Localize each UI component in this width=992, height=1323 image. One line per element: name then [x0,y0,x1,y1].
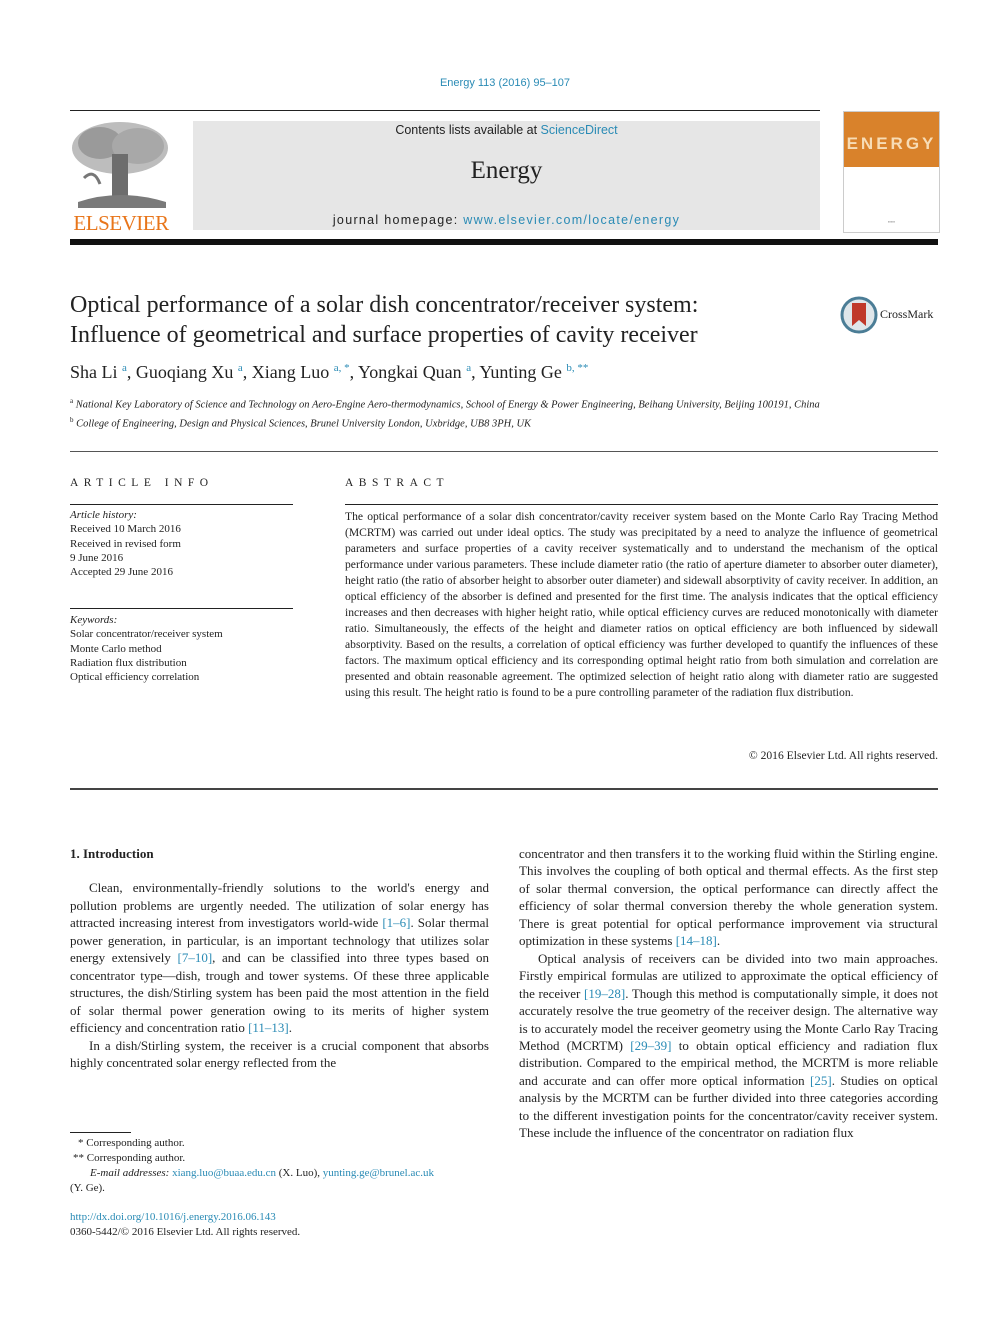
paragraph: Clean, environmentally-friendly solution… [70,880,490,1036]
article-title: Optical performance of a solar dish conc… [70,292,699,348]
cover-title: ENERGY [846,134,937,153]
divider [70,451,938,452]
doi-link[interactable]: http://dx.doi.org/10.1016/j.energy.2016.… [70,1211,276,1223]
cover-banner: ENERGY [844,112,939,167]
homepage-link[interactable]: www.elsevier.com/locate/energy [463,213,680,227]
keyword: Optical efficiency correlation [70,671,200,684]
paragraph: concentrator and then transfers it to th… [519,846,938,949]
section-heading: 1. Introduction [70,846,154,861]
elsevier-logo[interactable]: ELSEVIER [70,118,172,235]
contents-line: Contents lists available at ScienceDirec… [395,123,618,137]
divider [70,788,938,790]
homepage-line: journal homepage: www.elsevier.com/locat… [332,213,681,227]
footnote-corresponding-1: * Corresponding author. [78,1137,185,1149]
paragraph: Optical analysis of receivers can be div… [519,950,938,1141]
citation-ref-link[interactable]: [7–10] [178,950,213,965]
author[interactable]: Guoqiang Xu a [136,362,243,382]
citation-ref-link[interactable]: [29–39] [630,1038,671,1053]
keyword: Radiation flux distribution [70,656,187,669]
citation-ref-link[interactable]: [11–13] [248,1020,289,1035]
issn-copyright: 0360-5442/© 2016 Elsevier Ltd. All right… [70,1226,301,1238]
footnote-rule [70,1132,131,1133]
footnotes: * Corresponding author. ** Corresponding… [70,1136,489,1196]
abstract-text: The optical performance of a solar dish … [345,510,938,699]
author-list: Sha Li a, Guoqiang Xu a, Xiang Luo a, *,… [70,362,589,382]
divider [345,504,938,505]
cover-footer: ▪▪▪▪▪ [887,219,896,224]
journal-masthead: Contents lists available at ScienceDirec… [193,121,820,230]
body-column-right: concentrator and then transfers it to th… [519,845,938,1142]
citation-ref-link[interactable]: [14–18] [676,933,717,948]
sciencedirect-link[interactable]: ScienceDirect [541,123,618,137]
journal-cover-thumbnail[interactable]: ENERGY ▪▪▪▪▪ [843,111,940,233]
journal-citation[interactable]: Energy 113 (2016) 95–107 [0,77,992,89]
article-info-heading: ARTICLE INFO [70,477,214,489]
author[interactable]: Sha Li a [70,362,127,382]
author[interactable]: Yunting Ge b, ** [479,362,588,382]
affiliations: a National Key Laboratory of Science and… [70,394,840,431]
article-history: Article history: Received 10 March 2016 … [70,509,181,579]
body-column-left: 1. Introduction Clean, environmentally-f… [70,845,489,1071]
citation-ref-link[interactable]: [19–28] [584,986,625,1001]
email-link[interactable]: xiang.luo@buaa.edu.cn [172,1167,276,1179]
footnote-emails: E-mail addresses: xiang.luo@buaa.edu.cn … [90,1167,434,1179]
citation-link[interactable]: Energy 113 (2016) 95–107 [440,77,570,89]
header-rule [70,110,820,111]
affiliation: b College of Engineering, Design and Phy… [70,415,532,430]
masthead-thick-rule [70,239,938,245]
crossmark-icon [840,296,878,334]
affiliation: a National Key Laboratory of Science and… [70,397,820,411]
citation-ref-link[interactable]: [1–6] [382,915,410,930]
abstract-heading: ABSTRACT [345,477,450,489]
divider [70,504,293,505]
author[interactable]: Xiang Luo a, * [252,362,350,382]
footnote-corresponding-2: ** Corresponding author. [73,1152,186,1164]
citation-ref-link[interactable]: [25] [810,1073,832,1088]
tree-icon [72,122,168,208]
doi-block: http://dx.doi.org/10.1016/j.energy.2016.… [70,1210,489,1240]
elsevier-wordmark: ELSEVIER [73,211,169,235]
paragraph: In a dish/Stirling system, the receiver … [70,1037,489,1070]
divider [70,608,293,609]
crossmark-button[interactable]: CrossMark [840,296,940,336]
abstract-copyright: © 2016 Elsevier Ltd. All rights reserved… [748,749,938,762]
keyword: Monte Carlo method [70,642,162,655]
journal-name: Energy [470,157,543,184]
keywords: Keywords: Solar concentrator/receiver sy… [70,613,295,684]
email-link[interactable]: yunting.ge@brunel.ac.uk [323,1167,434,1179]
author[interactable]: Yongkai Quan a [358,362,471,382]
keyword: Solar concentrator/receiver system [70,628,223,641]
